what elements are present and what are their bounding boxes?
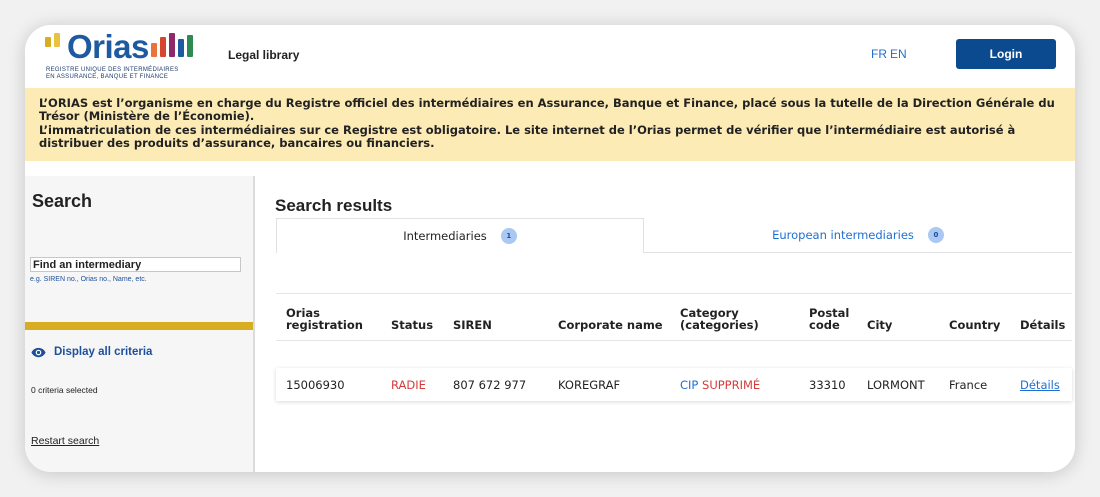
site-header: Orias REGISTRE UNIQUE DES INTERMÉDIAIRES… [25, 25, 1075, 88]
login-button[interactable]: Login [956, 39, 1056, 69]
results-panel: Search results Intermediaries 1 European… [255, 176, 1075, 472]
cell-status: RADIE [391, 378, 426, 392]
display-all-criteria-button[interactable]: Display all criteria [31, 346, 152, 358]
find-intermediary-input[interactable] [30, 257, 241, 272]
col-category: Category (categories) [680, 306, 759, 332]
cell-category: CIP SUPPRIMÉ [680, 378, 760, 392]
lang-en-link[interactable]: EN [890, 47, 907, 61]
tab-european-label: European intermediaries [772, 228, 914, 242]
col-details: Détails [1020, 318, 1066, 332]
sidebar-title: Search [32, 191, 93, 211]
cell-country: France [949, 378, 988, 392]
criteria-count: 0 criteria selected [31, 385, 98, 395]
eye-icon [31, 347, 46, 357]
orias-logo[interactable]: Orias REGISTRE UNIQUE DES INTERMÉDIAIRES… [45, 28, 235, 83]
restart-search-link[interactable]: Restart search [31, 435, 99, 447]
browser-frame: Orias REGISTRE UNIQUE DES INTERMÉDIAIRES… [25, 25, 1075, 472]
details-link[interactable]: Détails [1020, 378, 1060, 392]
logo-bars-right [151, 33, 193, 57]
cell-siren: 807 672 977 [453, 378, 527, 392]
table-row[interactable]: 15006930 RADIE 807 672 977 KOREGRAF CIP … [276, 368, 1072, 401]
legal-library-link[interactable]: Legal library [228, 48, 299, 62]
tab-european-count: 0 [927, 227, 944, 243]
info-banner: L’ORIAS est l’organisme en charge du Reg… [25, 88, 1075, 161]
col-orias: Orias registration [286, 306, 363, 332]
language-switch: FR EN [871, 47, 910, 61]
search-hint: e.g. SIREN no., Orias no., Name, etc. [30, 276, 147, 283]
col-corporate-name: Corporate name [558, 318, 663, 332]
cell-city: LORMONT [867, 378, 925, 392]
col-country: Country [949, 318, 1001, 332]
banner-line-1: L’ORIAS est l’organisme en charge du Reg… [39, 96, 1055, 123]
logo-subtitle: REGISTRE UNIQUE DES INTERMÉDIAIRES EN AS… [46, 67, 179, 80]
col-status: Status [391, 318, 434, 332]
tab-intermediaries-count: 1 [500, 228, 517, 244]
lang-fr-link[interactable]: FR [871, 47, 887, 61]
col-siren: SIREN [453, 318, 492, 332]
search-sidebar: Search e.g. SIREN no., Orias no., Name, … [25, 176, 255, 472]
logo-bars-left [45, 33, 60, 47]
category-code: CIP [680, 378, 699, 392]
gold-divider [25, 322, 253, 330]
logo-word: Orias [67, 28, 149, 65]
cell-corporate-name: KOREGRAF [558, 378, 621, 392]
col-city: City [867, 318, 893, 332]
display-all-label: Display all criteria [54, 346, 153, 358]
results-table: Orias registration Status SIREN Corporat… [276, 293, 1072, 401]
cell-orias: 15006930 [286, 378, 345, 392]
col-postal-code: Postal code [809, 306, 850, 332]
tab-european-intermediaries[interactable]: European intermediaries 0 [644, 218, 1072, 253]
results-title: Search results [275, 196, 393, 215]
tab-intermediaries[interactable]: Intermediaries 1 [276, 218, 644, 253]
category-state: SUPPRIMÉ [702, 378, 761, 392]
table-header: Orias registration Status SIREN Corporat… [276, 293, 1072, 341]
cell-postal-code: 33310 [809, 378, 846, 392]
banner-line-2: L’immatriculation de ces intermédiaires … [39, 123, 1016, 150]
tab-intermediaries-label: Intermediaries [403, 229, 487, 243]
